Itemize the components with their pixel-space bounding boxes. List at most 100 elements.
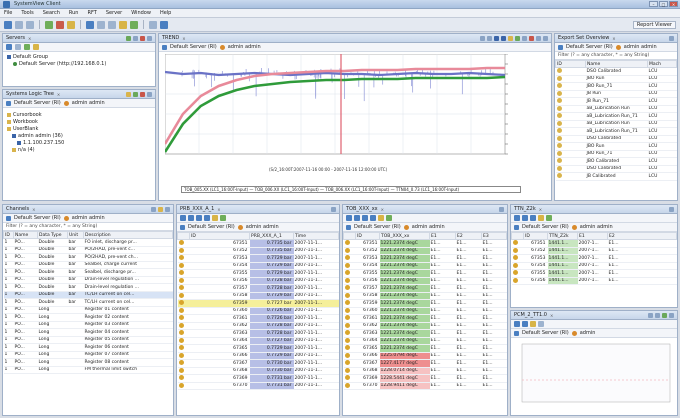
- table-row[interactable]: 1 PO... Long Register 03 content: [3, 321, 173, 329]
- toolbar-icon[interactable]: [15, 44, 21, 50]
- grid-icon[interactable]: [536, 35, 541, 41]
- print-icon[interactable]: [522, 35, 527, 41]
- table-row[interactable]: 67366 0.7729 bar 2007-11-1...: [177, 352, 339, 360]
- zoom-in-icon[interactable]: [480, 35, 485, 41]
- tree-item[interactable]: Cursorbook: [7, 112, 151, 119]
- table-row[interactable]: JBO Run_71 LCU: [555, 150, 677, 158]
- trend-tab[interactable]: TREND: [162, 35, 179, 41]
- table-row[interactable]: 67362 1221.2374 degC E1... E1... E1...: [343, 322, 507, 330]
- table-row[interactable]: 67351 0.7735 bar 2007-11-1...: [177, 239, 339, 248]
- table-row[interactable]: 1 PO... Double bar Drain-level regulation ..…: [3, 283, 173, 292]
- logic-tree-tab[interactable]: Systems Logic Tree: [6, 91, 54, 97]
- table-row[interactable]: DSO Calibrated LCU: [555, 165, 677, 173]
- table-row[interactable]: 1 PO... Long Register 06 content: [3, 343, 173, 352]
- menu-icon[interactable]: [165, 206, 170, 212]
- table-row[interactable]: 67352 0.7735 bar 2007-11-1...: [177, 247, 339, 255]
- first-icon[interactable]: [514, 215, 520, 221]
- toolbar-icon[interactable]: [6, 44, 12, 50]
- maximize-button[interactable]: □: [659, 1, 668, 7]
- column-header[interactable]: E1: [429, 232, 456, 240]
- table-row[interactable]: 1 PO... Double bar Sealbel, discharge pr...: [3, 268, 173, 277]
- table-row[interactable]: 67369 1228.5441 degC E1... E1... E1...: [343, 374, 507, 383]
- mini-chart[interactable]: [514, 340, 674, 406]
- table-row[interactable]: 67364 0.7727 bar 2007-11-1...: [177, 337, 339, 345]
- next-icon[interactable]: [196, 215, 202, 221]
- table-row[interactable]: 67352 1221.2374 degC E1... E1... E1...: [343, 247, 507, 255]
- search-icon[interactable]: [86, 20, 94, 29]
- table-row[interactable]: JB Calibrated LCU: [555, 172, 677, 181]
- delete-icon[interactable]: [140, 91, 145, 97]
- close-icon[interactable]: ×: [612, 36, 615, 41]
- connect-icon[interactable]: [126, 35, 131, 41]
- table-row[interactable]: 67365 0.7729 bar 2007-11-1...: [177, 344, 339, 353]
- open-icon[interactable]: [15, 20, 23, 29]
- column-header[interactable]: Data Type: [37, 231, 68, 239]
- prev-icon[interactable]: [354, 215, 360, 221]
- back-icon[interactable]: [97, 20, 105, 29]
- save-icon[interactable]: [26, 20, 34, 29]
- table-row[interactable]: 67354 1441.1... 2007-1... E1...: [511, 262, 677, 270]
- column-header[interactable]: TOB_XXX_xx: [379, 232, 430, 240]
- close-icon[interactable]: ×: [539, 207, 542, 212]
- table-row[interactable]: 67351 1441.1... 2007-1... E1...: [511, 239, 677, 248]
- play-icon[interactable]: [514, 321, 520, 327]
- refresh-icon[interactable]: [515, 35, 520, 41]
- table-row[interactable]: 67360 1221.2374 degC E1... E1... E1...: [343, 307, 507, 315]
- table-row[interactable]: 67367 0.7730 bar 2007-11-1...: [177, 359, 339, 368]
- table-row[interactable]: 1 PO... Double bar TC/LH current on cel...: [3, 291, 173, 299]
- table-row[interactable]: JBO Run LCU: [555, 75, 677, 83]
- toolbar-icon[interactable]: [33, 44, 39, 50]
- toolbar-icon[interactable]: [151, 206, 156, 212]
- column-header[interactable]: [177, 232, 190, 240]
- table-row[interactable]: 67353 0.7729 bar 2007-11-1...: [177, 254, 339, 263]
- table-row[interactable]: 67357 0.7728 bar 2007-11-1...: [177, 284, 339, 293]
- menu-help[interactable]: Help: [160, 10, 171, 16]
- table-row[interactable]: 67358 1221.2374 degC E1... E1... E1...: [343, 292, 507, 300]
- close-icon[interactable]: ×: [381, 207, 384, 212]
- pause-icon[interactable]: [501, 35, 506, 41]
- table-row[interactable]: 67368 0.7730 bar 2007-11-1...: [177, 367, 339, 375]
- table-row[interactable]: 1 PO... Double bar Drain-level regulation ..…: [3, 276, 173, 284]
- table-row[interactable]: JBO Run LCU: [555, 142, 677, 151]
- table-row[interactable]: 67353 1221.2374 degC E1... E1... E1...: [343, 254, 507, 263]
- table-row[interactable]: 67369 0.7731 bar 2007-11-1...: [177, 374, 339, 383]
- table-row[interactable]: DSO Calibrated LCU: [555, 67, 677, 76]
- menu-icon[interactable]: [147, 91, 152, 97]
- table-row[interactable]: 67353 1441.1... 2007-1... E1...: [511, 254, 677, 263]
- column-header[interactable]: E1: [577, 232, 608, 240]
- table-row[interactable]: 67352 1441.1... 2007-1... E1...: [511, 247, 677, 255]
- minimize-button[interactable]: –: [649, 1, 658, 7]
- table-row[interactable]: 67354 1221.2374 degC E1... E1... E1...: [343, 262, 507, 270]
- column-header[interactable]: Description: [83, 231, 173, 239]
- values-a-tab[interactable]: PRB_XXX_A_1: [180, 206, 214, 212]
- table-row[interactable]: 1 PO... Long Register 07 content: [3, 351, 173, 359]
- perspective-button[interactable]: Report Viewer: [632, 21, 676, 29]
- table-row[interactable]: 67356 0.7728 bar 2007-11-1...: [177, 277, 339, 285]
- column-header[interactable]: PRB_XXX_A_1: [249, 232, 294, 240]
- folder-icon[interactable]: [126, 91, 131, 97]
- menu-tools[interactable]: Tools: [21, 10, 33, 16]
- column-header[interactable]: TTN_Z2k: [547, 232, 578, 240]
- play-icon[interactable]: [494, 35, 499, 41]
- toolbar-icon[interactable]: [24, 44, 30, 50]
- table-row[interactable]: 1 PO... Double bar PO/2HAD, pre-vent c...: [3, 246, 173, 254]
- table-row[interactable]: 67360 0.7726 bar 2007-11-1...: [177, 307, 339, 315]
- values-c-tab[interactable]: TTN_Z2k: [514, 206, 536, 212]
- delete-icon[interactable]: [140, 35, 145, 41]
- table-row[interactable]: 67361 0.7726 bar 2007-11-1...: [177, 314, 339, 323]
- table-row[interactable]: 67370 0.7731 bar 2007-11-1...: [177, 382, 339, 390]
- tree-item[interactable]: n/a (4): [7, 147, 151, 154]
- table-row[interactable]: 1 PO... Double bar FO inlet, discharge pr...: [3, 238, 173, 247]
- table-row[interactable]: 67356 1221.2374 degC E1... E1... E1...: [343, 277, 507, 285]
- table-row[interactable]: 1 PO... Double bar PO/2HAD, pre-vent ch...: [3, 253, 173, 262]
- next-icon[interactable]: [362, 215, 368, 221]
- column-header[interactable]: E3: [481, 232, 507, 240]
- table-row[interactable]: 67354 0.7729 bar 2007-11-1...: [177, 262, 339, 270]
- run-icon[interactable]: [45, 20, 53, 29]
- table-row[interactable]: 67367 1227.4177 degC E1... E1... E1...: [343, 359, 507, 368]
- table-row[interactable]: 67355 1221.2374 degC E1... E1... E1...: [343, 269, 507, 278]
- column-header[interactable]: ID: [3, 231, 14, 239]
- table-row[interactable]: 67355 0.7729 bar 2007-11-1...: [177, 269, 339, 278]
- first-icon[interactable]: [346, 215, 352, 221]
- menu-icon[interactable]: [669, 206, 674, 212]
